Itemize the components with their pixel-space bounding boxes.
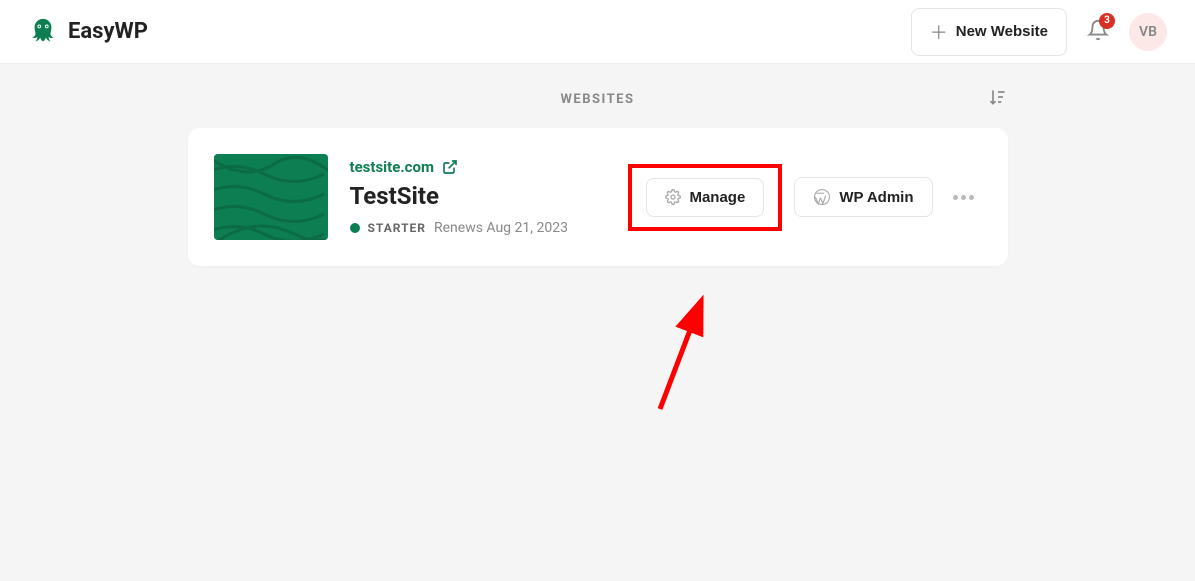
section-title: WEBSITES xyxy=(561,92,635,107)
thumbnail-pattern-icon xyxy=(214,154,328,240)
notification-badge: 3 xyxy=(1099,13,1115,29)
section-header: WEBSITES xyxy=(188,84,1008,114)
new-website-label: New Website xyxy=(956,23,1048,40)
avatar[interactable]: VB xyxy=(1129,13,1167,51)
logo[interactable]: EasyWP xyxy=(28,17,148,47)
sort-icon xyxy=(988,87,1008,107)
wpadmin-label: WP Admin xyxy=(839,189,913,206)
more-button[interactable] xyxy=(945,187,982,208)
top-header: EasyWP ＋ New Website 3 VB xyxy=(0,0,1195,64)
annotation-highlight: Manage xyxy=(628,164,782,231)
notifications-button[interactable]: 3 xyxy=(1087,19,1109,45)
plan-label: STARTER xyxy=(368,221,426,235)
domain-link[interactable]: testsite.com xyxy=(350,158,434,176)
domain-row: testsite.com xyxy=(350,158,629,176)
annotation-arrow-icon xyxy=(650,289,730,419)
logo-text: EasyWP xyxy=(68,19,148,44)
status-dot-icon xyxy=(350,223,360,233)
site-thumbnail[interactable] xyxy=(214,154,328,240)
website-card: testsite.com TestSite STARTER Renews Aug… xyxy=(188,128,1008,266)
gear-icon xyxy=(665,189,681,205)
dot-icon xyxy=(953,195,958,200)
manage-button[interactable]: Manage xyxy=(646,178,764,217)
sort-button[interactable] xyxy=(988,87,1008,111)
header-right: ＋ New Website 3 VB xyxy=(911,8,1167,56)
wordpress-icon xyxy=(813,188,831,206)
new-website-button[interactable]: ＋ New Website xyxy=(911,8,1067,56)
plus-icon: ＋ xyxy=(930,19,948,45)
renew-text: Renews Aug 21, 2023 xyxy=(434,220,568,236)
site-info: testsite.com TestSite STARTER Renews Aug… xyxy=(350,158,629,236)
dot-icon xyxy=(969,195,974,200)
manage-label: Manage xyxy=(689,189,745,206)
site-name: TestSite xyxy=(350,182,629,210)
external-link-icon[interactable] xyxy=(442,159,458,175)
avatar-initials: VB xyxy=(1139,24,1157,40)
octopus-icon xyxy=(28,17,58,47)
wpadmin-button[interactable]: WP Admin xyxy=(794,177,932,217)
card-actions: Manage WP Admin xyxy=(628,164,981,231)
main-content: WEBSITES testsite xyxy=(0,64,1195,286)
site-meta: STARTER Renews Aug 21, 2023 xyxy=(350,220,629,236)
dot-icon xyxy=(961,195,966,200)
